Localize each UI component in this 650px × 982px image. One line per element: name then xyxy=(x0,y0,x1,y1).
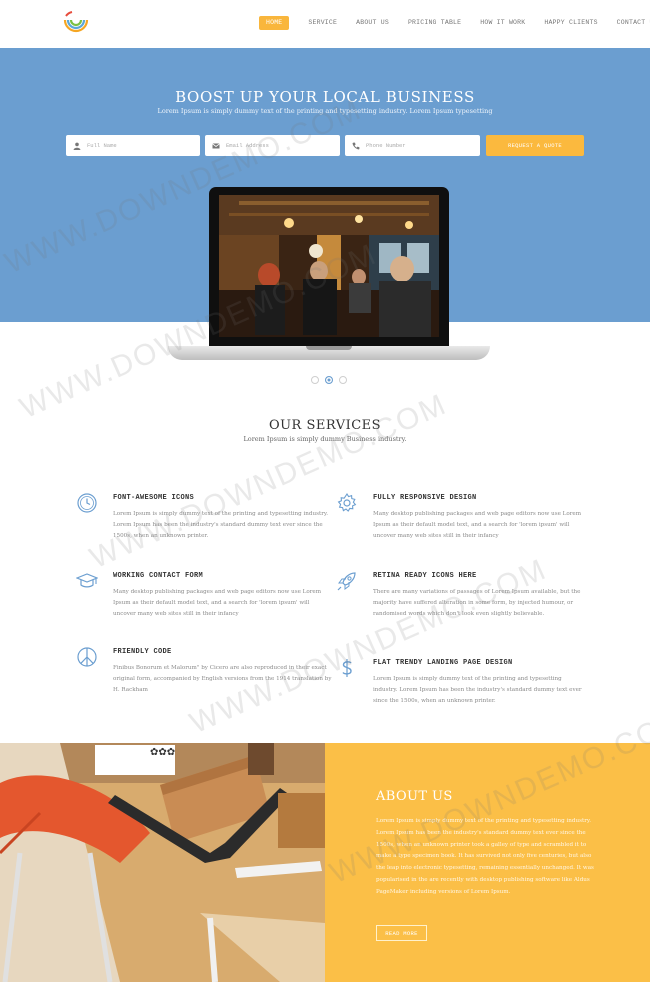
email-field[interactable] xyxy=(205,135,340,156)
rocket-icon xyxy=(337,572,356,591)
service-text: Lorem Ipsum is simply dummy text of the … xyxy=(373,676,582,704)
dollar-icon xyxy=(342,659,352,677)
read-more-button[interactable]: READ MORE xyxy=(376,925,427,941)
main-nav: HOME SERVICE ABOUT US PRICING TABLE HOW … xyxy=(259,16,650,30)
phone-field[interactable] xyxy=(345,135,480,156)
service-title: FLAT TRENDY LANDING PAGE DESIGN xyxy=(373,659,513,667)
watermark-text: WWW.DOWNDEMO.COM xyxy=(85,387,452,576)
service-item: FONT-AWESOME ICONS Lorem Ipsum is simply… xyxy=(77,493,333,541)
service-title: FRIENDLY CODE xyxy=(113,648,172,656)
svg-text:✿✿✿: ✿✿✿ xyxy=(150,747,175,758)
service-item: FLAT TRENDY LANDING PAGE DESIGN Lorem Ip… xyxy=(342,659,585,706)
laptop-mockup xyxy=(209,187,449,347)
nav-service[interactable]: SERVICE xyxy=(308,16,337,30)
request-quote-button[interactable]: REQUEST A QUOTE xyxy=(486,135,584,156)
hero-title: BOOST UP YOUR LOCAL BUSINESS xyxy=(175,88,475,106)
phone-input[interactable] xyxy=(366,142,466,149)
graduation-cap-icon xyxy=(76,573,98,588)
services-title: OUR SERVICES xyxy=(268,418,382,433)
slider-dots xyxy=(311,376,347,384)
peace-icon xyxy=(77,647,97,667)
service-title: FULLY RESPONSIVE DESIGN xyxy=(373,494,477,502)
user-icon xyxy=(73,142,81,150)
restaurant-photo xyxy=(219,195,439,337)
service-text: Many desktop publishing packages and web… xyxy=(373,511,582,539)
nav-contact-us[interactable]: CONTACT US xyxy=(617,16,650,30)
service-text: There are many variations of passages of… xyxy=(373,589,581,617)
hero-subtitle: Lorem Ipsum is simply dummy text of the … xyxy=(157,107,493,115)
service-text: Lorem Ipsum is simply dummy text of the … xyxy=(113,511,329,539)
gear-icon xyxy=(337,492,357,512)
desk-photo: ✿✿✿ xyxy=(0,743,325,982)
services-subtitle: Lorem Ipsum is simply dummy Business ind… xyxy=(243,435,407,443)
service-title: RETINA READY ICONS HERE xyxy=(373,572,477,580)
about-section: ABOUT US Lorem Ipsum is simply dummy tex… xyxy=(325,743,650,982)
rainbow-arc-logo-icon[interactable] xyxy=(62,10,90,38)
service-item: RETINA READY ICONS HERE There are many v… xyxy=(337,572,585,619)
laptop-notch xyxy=(306,346,352,350)
about-text: Lorem Ipsum is simply dummy text of the … xyxy=(376,818,594,895)
nav-happy-clients[interactable]: HAPPY CLIENTS xyxy=(544,16,597,30)
site-header: HOME SERVICE ABOUT US PRICING TABLE HOW … xyxy=(0,0,650,48)
about-title: ABOUT US xyxy=(376,789,453,804)
envelope-icon xyxy=(212,142,220,148)
service-title: WORKING CONTACT FORM xyxy=(113,572,204,580)
slider-dot[interactable] xyxy=(311,376,319,384)
laptop-base xyxy=(168,346,490,360)
email-input[interactable] xyxy=(226,142,326,149)
nav-pricing-table[interactable]: PRICING TABLE xyxy=(408,16,461,30)
slider-dot-active[interactable] xyxy=(325,376,333,384)
service-text: Many desktop publishing packages and web… xyxy=(113,589,322,617)
phone-icon xyxy=(352,142,360,149)
service-item: FRIENDLY CODE Finibus Bonorum et Malorum… xyxy=(77,647,333,695)
service-title: FONT-AWESOME ICONS xyxy=(113,494,195,502)
full-name-field[interactable] xyxy=(66,135,200,156)
full-name-input[interactable] xyxy=(87,142,187,149)
nav-how-it-work[interactable]: HOW IT WORK xyxy=(480,16,525,30)
service-item: FULLY RESPONSIVE DESIGN Many desktop pub… xyxy=(337,492,585,541)
slider-dot[interactable] xyxy=(339,376,347,384)
clock-icon xyxy=(77,493,97,513)
service-item: WORKING CONTACT FORM Many desktop publis… xyxy=(76,572,333,619)
service-text: Finibus Bonorum et Malorum" by Cicero ar… xyxy=(113,665,332,693)
nav-home[interactable]: HOME xyxy=(259,16,290,30)
nav-about-us[interactable]: ABOUT US xyxy=(356,16,389,30)
